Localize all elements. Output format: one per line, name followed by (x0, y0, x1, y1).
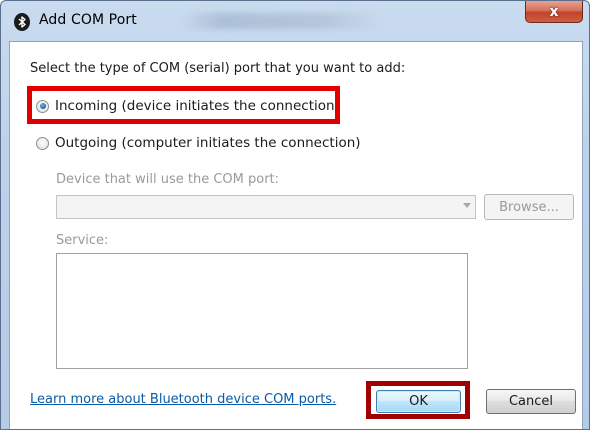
bluetooth-icon (14, 13, 30, 31)
close-button[interactable]: x (525, 1, 583, 23)
incoming-highlight-box (27, 86, 340, 124)
device-label: Device that will use the COM port: (56, 172, 280, 187)
cancel-button[interactable]: Cancel (486, 389, 576, 414)
dialog-client-area: Select the type of COM (serial) port tha… (9, 41, 583, 429)
chevron-down-icon (463, 203, 471, 208)
window-title: Add COM Port (39, 12, 137, 28)
radio-outgoing-label: Outgoing (computer initiates the connect… (55, 135, 361, 151)
learn-more-link[interactable]: Learn more about Bluetooth device COM po… (30, 392, 336, 407)
device-dropdown[interactable] (56, 195, 476, 219)
close-icon: x (549, 3, 559, 20)
radio-outgoing-row[interactable]: Outgoing (computer initiates the connect… (36, 135, 361, 151)
ok-button[interactable]: OK (376, 390, 461, 413)
title-bar[interactable]: Add COM Port x (1, 1, 589, 41)
prompt-label: Select the type of COM (serial) port tha… (30, 61, 406, 76)
browse-button[interactable]: Browse... (484, 194, 574, 220)
add-com-port-window: Add COM Port x Select the type of COM (s… (0, 0, 590, 430)
radio-outgoing[interactable] (36, 136, 49, 150)
service-label: Service: (56, 233, 109, 248)
service-list[interactable] (56, 253, 468, 369)
blurred-background-tabs (181, 13, 381, 29)
